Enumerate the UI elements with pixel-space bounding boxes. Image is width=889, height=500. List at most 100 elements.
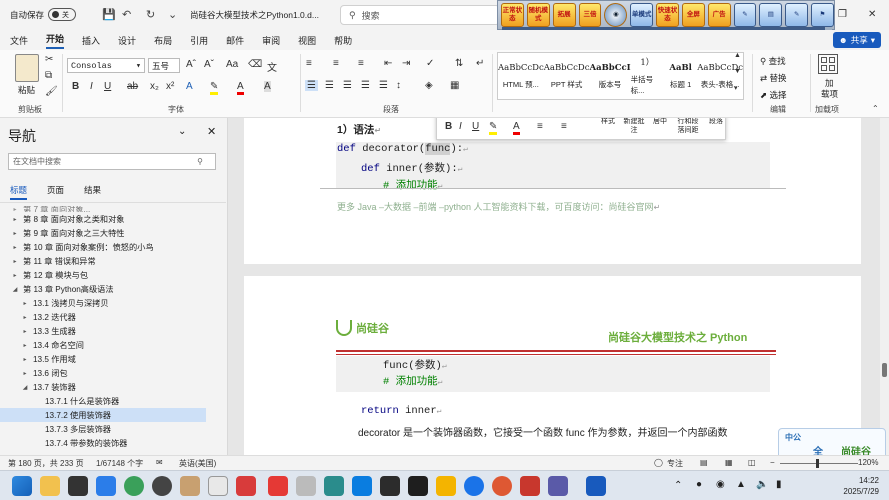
gallery-down-icon[interactable]: ▼ — [734, 68, 741, 75]
addins-icon[interactable] — [818, 54, 838, 74]
change-case-icon[interactable]: Aa — [226, 59, 238, 70]
numbering-icon[interactable]: ≡ — [333, 58, 339, 69]
justify-icon[interactable]: ☰ — [361, 80, 370, 91]
collapse-ribbon-icon[interactable]: ⌃ — [872, 104, 879, 113]
style-item[interactable]: AaBbCcI 版本号 — [589, 53, 630, 99]
style-item[interactable]: AaBbCcDc HTML 预... — [498, 53, 544, 99]
nav-heading-item[interactable]: ◢ 第 13 章 Python高级语法 — [0, 282, 226, 296]
nav-search-input[interactable]: 在文档中搜索 ⚲ — [8, 153, 216, 170]
app-icon[interactable] — [492, 476, 512, 496]
ext-button-expand[interactable]: 拓展 — [552, 3, 576, 27]
mini-toolbar-item[interactable]: 居中 — [647, 118, 673, 126]
underline-icon[interactable]: U — [104, 81, 111, 92]
app-icon[interactable] — [380, 476, 400, 496]
style-item[interactable]: AaBbCcDc 表头-表格... — [697, 53, 743, 99]
menu-tab[interactable]: 帮助 — [334, 34, 352, 47]
tray-icon[interactable]: ◉ — [716, 479, 725, 490]
app-icon[interactable] — [436, 476, 456, 496]
nav-heading-item[interactable]: ▸ 13.6 闭包 — [0, 366, 226, 380]
ext-button-triple[interactable]: 三倍 — [578, 3, 602, 27]
menu-tab[interactable]: 视图 — [298, 34, 316, 47]
app-icon[interactable] — [464, 476, 484, 496]
edit-icon[interactable]: ✎ — [785, 3, 809, 27]
expand-arrow-icon[interactable]: ▸ — [20, 328, 30, 335]
proofing-icon[interactable]: ✉ — [156, 458, 163, 467]
align-center-icon[interactable]: ☰ — [325, 80, 334, 91]
highlight-icon[interactable]: ✎ — [210, 81, 219, 95]
show-marks-icon[interactable]: ↵ — [476, 58, 484, 69]
vertical-scrollbar[interactable] — [880, 118, 889, 455]
mini-toolbar-item[interactable]: 段落 — [703, 118, 729, 126]
italic-icon[interactable]: I — [90, 81, 93, 92]
nav-heading-item[interactable]: 13.7.3 多层装饰器 — [0, 422, 206, 436]
nav-options-icon[interactable]: ⌄ — [178, 126, 186, 137]
nav-heading-item[interactable]: ▸ 13.3 生成器 — [0, 324, 226, 338]
save-icon[interactable]: 💾 — [102, 8, 116, 21]
nav-heading-item[interactable]: ▸ 第 8 章 面向对象之类和对象 — [0, 212, 226, 226]
ext-button-fast[interactable]: 快速状态 — [656, 3, 679, 27]
replace-button[interactable]: ⇄ 替换 — [760, 72, 787, 84]
borders-icon[interactable]: ▦ — [450, 80, 459, 91]
expand-arrow-icon[interactable]: ▸ — [20, 342, 30, 349]
nav-heading-item[interactable]: ▸ 第 10 章 面向对象案例：愤怒的小鸟 — [0, 240, 226, 254]
expand-arrow-icon[interactable]: ▸ — [10, 244, 20, 251]
mini-highlight-icon[interactable]: ✎ — [489, 121, 498, 135]
app-icon[interactable] — [236, 476, 256, 496]
app-icon[interactable] — [124, 476, 144, 496]
style-item[interactable]: 1） 半括号标... — [631, 53, 664, 99]
nav-heading-item[interactable]: ▸ 第 11 章 错误和异常 — [0, 254, 226, 268]
nav-heading-item[interactable]: 13.7.2 使用装饰器 — [0, 408, 206, 422]
expand-arrow-icon[interactable]: ▸ — [20, 314, 30, 321]
mini-toolbar-item[interactable]: 新建批注 — [621, 118, 647, 135]
scrollbar-thumb[interactable] — [882, 363, 887, 377]
section-heading[interactable]: 1）语法↵ — [337, 122, 381, 137]
app-icon[interactable] — [520, 476, 540, 496]
app-icon[interactable] — [352, 476, 372, 496]
shrink-font-icon[interactable]: Aˇ — [204, 59, 214, 70]
pen-icon[interactable]: ✎ — [733, 3, 757, 27]
strikethrough-icon[interactable]: ab — [127, 81, 138, 92]
body-paragraph[interactable]: decorator 是一个装饰器函数，它接受一个函数 func 作为参数，并返回… — [358, 424, 727, 439]
nav-tab[interactable]: 标题 — [10, 184, 28, 200]
mini-toolbar-item[interactable]: 行和段落间距 — [675, 118, 701, 135]
code-line[interactable]: def decorator(func):↵ — [337, 143, 468, 155]
file-explorer-icon[interactable] — [40, 476, 60, 496]
autosave-toggle[interactable]: 自动保存 关 — [10, 8, 77, 21]
tray-icon[interactable]: ● — [696, 479, 702, 490]
web-layout-icon[interactable]: ◫ — [748, 458, 756, 467]
subscript-icon[interactable]: x₂ — [150, 81, 159, 92]
increase-indent-icon[interactable]: ⇥ — [402, 58, 410, 69]
mini-underline-icon[interactable]: U — [472, 121, 479, 132]
style-item[interactable]: AaBbCcDc PPT 样式 — [544, 53, 590, 99]
phonetic-icon[interactable]: 文 — [267, 59, 277, 74]
mini-numbering-icon[interactable]: ≡ — [561, 121, 567, 132]
focus-mode-button[interactable]: 专注 — [667, 458, 683, 469]
restore-icon[interactable]: ❐ — [838, 9, 847, 20]
cut-icon[interactable]: ✂ — [45, 54, 53, 65]
menu-tab[interactable]: 引用 — [190, 34, 208, 47]
page-count[interactable]: 第 180 页，共 233 页 — [8, 458, 84, 469]
code-line[interactable]: def inner(参数):↵ — [361, 160, 462, 175]
app-icon[interactable] — [324, 476, 344, 496]
app-icon[interactable] — [268, 476, 288, 496]
code-line[interactable]: return inner↵ — [361, 405, 441, 417]
focus-icon[interactable]: ◯ — [654, 458, 663, 467]
find-button[interactable]: ⚲ 查找 — [760, 55, 786, 67]
read-mode-icon[interactable]: ▤ — [700, 458, 708, 467]
globe-icon[interactable]: ◉ — [604, 3, 628, 27]
font-size-select[interactable]: 五号 — [148, 58, 180, 73]
flag-icon[interactable]: ⚑ — [811, 3, 834, 27]
bullets-icon[interactable]: ≡ — [306, 58, 312, 69]
distributed-icon[interactable]: ☰ — [379, 80, 388, 91]
menu-tab[interactable]: 邮件 — [226, 34, 244, 47]
align-left-icon[interactable]: ☰ — [305, 80, 318, 91]
print-layout-icon[interactable]: ▦ — [725, 458, 733, 467]
paste-label[interactable]: 粘贴 — [18, 84, 35, 96]
ext-button-ad[interactable]: 广告 — [707, 3, 731, 27]
expand-arrow-icon[interactable]: ▸ — [20, 300, 30, 307]
sort-icon[interactable]: ⇅ — [455, 58, 463, 69]
share-button[interactable]: ☻ 共享 ▾ — [832, 32, 881, 48]
nav-heading-item[interactable]: ▸ 13.1 浅拷贝与深拷贝 — [0, 296, 226, 310]
autosave-switch[interactable]: 关 — [48, 8, 77, 21]
expand-arrow-icon[interactable]: ▸ — [10, 216, 20, 223]
